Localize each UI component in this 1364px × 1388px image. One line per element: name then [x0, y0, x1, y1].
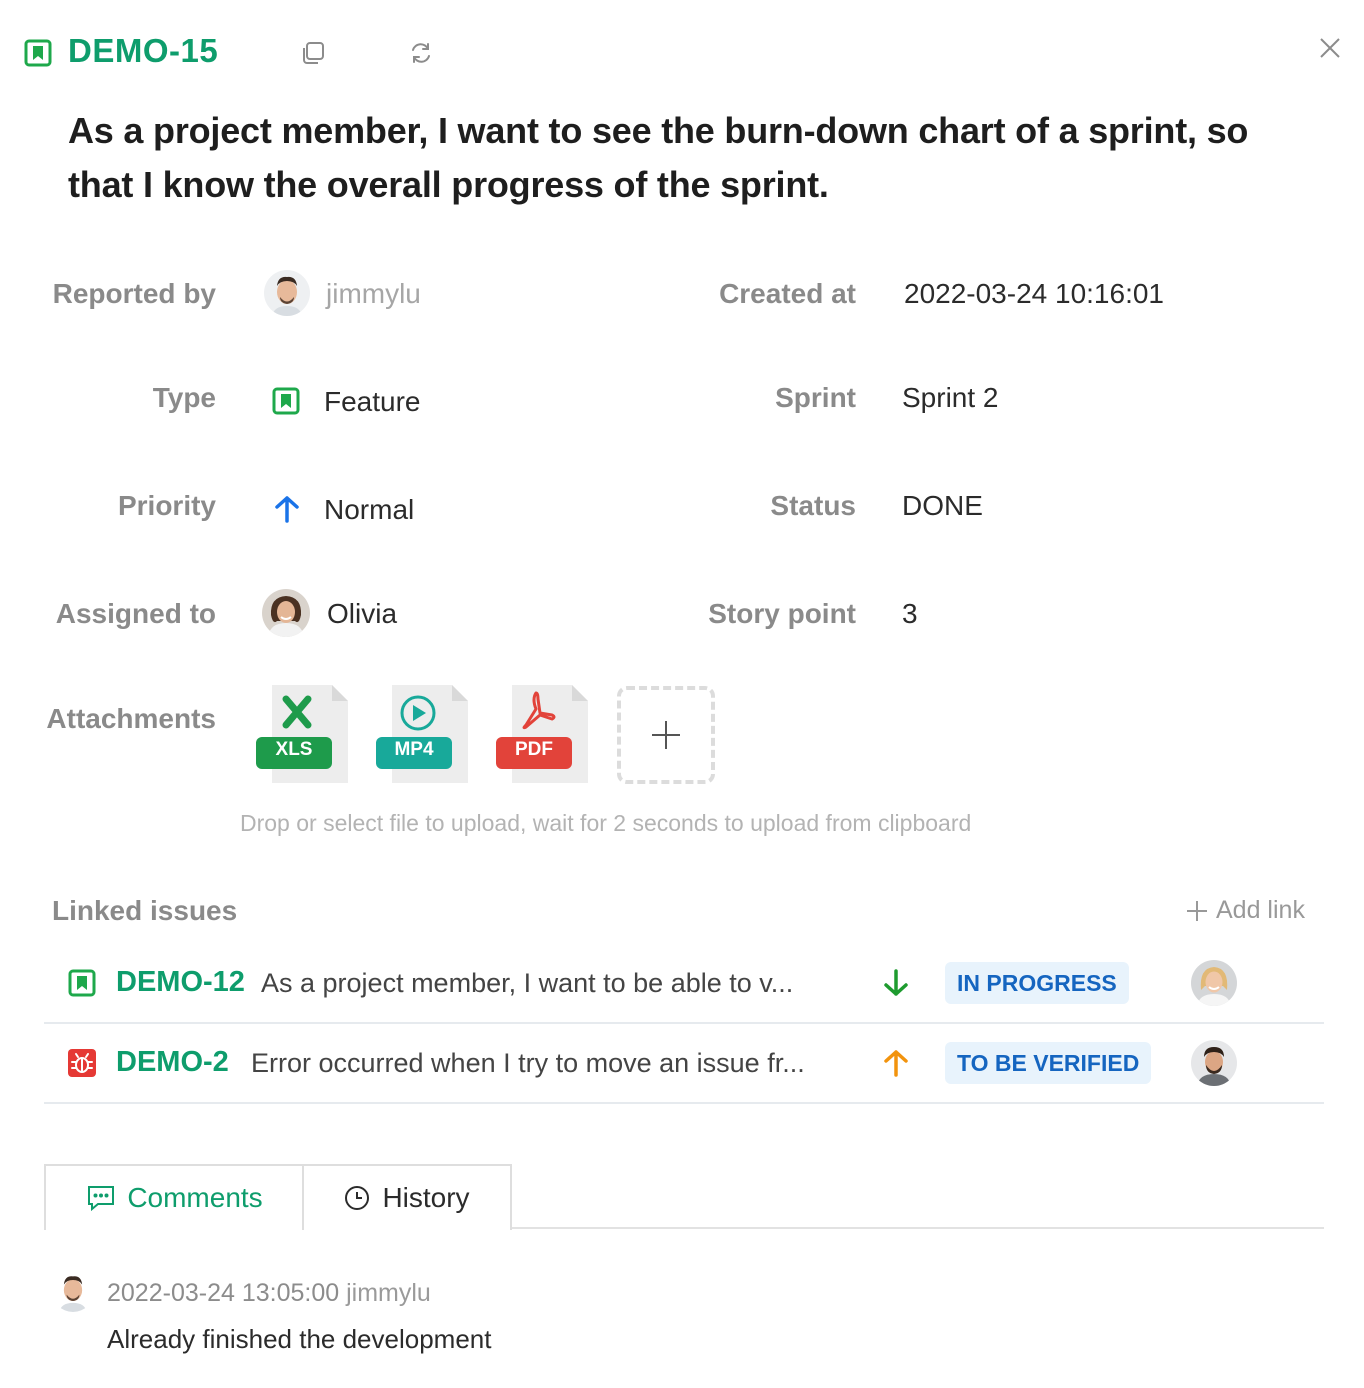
attachments-label: Attachments — [46, 703, 216, 734]
reporter-name: jimmylu — [326, 278, 421, 309]
linked-issue-title[interactable]: As a project member, I want to be able t… — [261, 968, 836, 999]
linked-issues-title: Linked issues — [52, 895, 238, 926]
priority-label: Priority — [117, 490, 216, 521]
story-point-value[interactable]: 3 — [902, 598, 918, 630]
status-value[interactable]: DONE — [902, 490, 983, 522]
add-attachment-button[interactable] — [617, 686, 715, 784]
upload-hint: Drop or select file to upload, wait for … — [240, 810, 972, 836]
bug-icon — [68, 1049, 96, 1077]
mp4-badge: MP4 — [394, 739, 434, 760]
comment-timestamp: 2022-03-24 13:05:00 — [107, 1279, 340, 1307]
feature-type-icon — [24, 39, 52, 67]
created-at-label: Created at — [719, 278, 856, 309]
pdf-badge: PDF — [515, 739, 553, 760]
comment-author: jimmylu — [346, 1279, 431, 1307]
avatar — [1191, 1040, 1237, 1086]
story-point-label: Story point — [708, 598, 856, 629]
issue-key: DEMO-15 — [68, 32, 219, 69]
attachment-xls[interactable]: XLS — [256, 685, 352, 785]
add-link-button[interactable]: Add link — [1186, 896, 1305, 925]
attachment-mp4[interactable]: MP4 — [376, 685, 472, 785]
reporter-avatar — [264, 270, 310, 316]
linked-issue-title[interactable]: Error occurred when I try to move an iss… — [251, 1048, 836, 1079]
plus-icon — [1187, 900, 1207, 921]
linked-issue-key[interactable]: DEMO-2 — [116, 1046, 229, 1079]
issue-title[interactable]: As a project member, I want to see the b… — [68, 104, 1318, 212]
status-badge[interactable]: TO BE VERIFIED — [945, 1042, 1152, 1084]
sprint-value[interactable]: Sprint 2 — [902, 382, 999, 414]
comment-text: Already finished the development — [107, 1324, 492, 1354]
tab-comments-label: Comments — [127, 1182, 263, 1213]
attachment-pdf[interactable]: PDF — [496, 685, 592, 785]
tab-history-label: History — [382, 1182, 470, 1213]
close-icon[interactable] — [1316, 34, 1344, 62]
tab-comments[interactable]: Comments — [44, 1164, 306, 1230]
copy-icon[interactable] — [300, 40, 326, 66]
comment-meta: 2022-03-24 13:05:00 jimmylu — [107, 1279, 431, 1308]
status-badge[interactable]: IN PROGRESS — [945, 962, 1129, 1004]
status-label: Status — [770, 490, 856, 521]
avatar — [1191, 960, 1237, 1006]
linked-issue-key[interactable]: DEMO-12 — [116, 966, 245, 999]
type-label: Type — [152, 382, 216, 413]
assigned-to-label: Assigned to — [55, 598, 216, 629]
plus-icon — [652, 721, 680, 749]
add-link-label: Add link — [1216, 896, 1305, 924]
priority-value[interactable]: Normal — [324, 494, 414, 526]
assignee-name[interactable]: Olivia — [327, 598, 397, 630]
type-value[interactable]: Feature — [324, 386, 421, 418]
feature-icon — [68, 969, 96, 997]
clock-icon — [345, 1186, 370, 1210]
sprint-label: Sprint — [775, 382, 856, 413]
comment-icon — [88, 1186, 115, 1211]
reported-by-label: Reported by — [52, 278, 216, 309]
created-at-value: 2022-03-24 10:16:01 — [904, 278, 1164, 309]
assignee-avatar — [262, 589, 310, 637]
feature-icon — [272, 387, 300, 415]
arrow-up-icon — [273, 494, 301, 524]
xls-badge: XLS — [275, 739, 313, 760]
tab-history[interactable]: History — [302, 1164, 512, 1230]
refresh-icon[interactable] — [408, 40, 434, 66]
arrow-down-icon — [882, 968, 910, 998]
arrow-up-icon — [882, 1048, 910, 1078]
comment-avatar — [52, 1270, 94, 1312]
